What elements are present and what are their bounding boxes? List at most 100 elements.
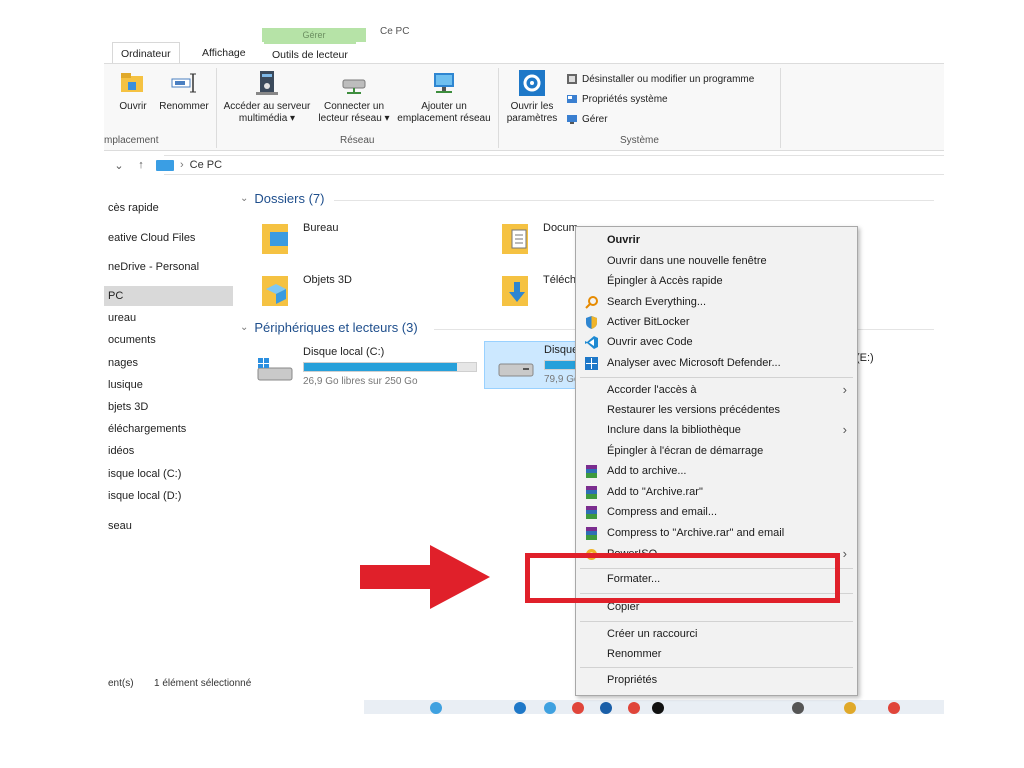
menu-item-label: Add to archive... (607, 465, 687, 477)
menu-item-search-everything[interactable]: Search Everything... (576, 292, 857, 312)
nav-item-acces-rapide[interactable]: cès rapide (104, 198, 233, 218)
annotation-arrow-icon (360, 545, 490, 609)
media-server-icon (252, 68, 282, 98)
navigation-pane: cès rapide eative Cloud Files neDrive - … (104, 195, 234, 615)
menu-item-analyser-defender[interactable]: Analyser avec Microsoft Defender... (576, 353, 857, 373)
defender-icon (585, 357, 598, 370)
nav-item-disque-c[interactable]: isque local (C:) (104, 464, 233, 484)
menu-item-epingler-demarrage[interactable]: Épingler à l'écran de démarrage (576, 441, 857, 461)
ouvrir-button[interactable]: Ouvrir (116, 68, 150, 113)
desinstaller-programme-button[interactable]: Désinstaller ou modifier un programme (566, 70, 754, 88)
gerer-button[interactable]: Gérer (566, 110, 608, 128)
taskbar-app-icon[interactable] (430, 702, 442, 714)
ajouter-emplacement-reseau-button[interactable]: Ajouter un emplacement réseau (394, 68, 494, 125)
menu-item-inclure-bibliotheque[interactable]: Inclure dans la bibliothèque › (576, 420, 857, 440)
renommer-button[interactable]: Renommer (156, 68, 212, 113)
group-label-reseau: Réseau (340, 135, 375, 146)
taskbar-app-icon[interactable] (888, 702, 900, 714)
nav-item-telechargements[interactable]: éléchargements (104, 419, 233, 439)
menu-item-label: Épingler à Accès rapide (607, 275, 723, 287)
drive-c[interactable]: Disque local (C:) 26,9 Go libres sur 250… (244, 344, 484, 388)
nav-item-creative-cloud[interactable]: eative Cloud Files (104, 228, 233, 248)
winrar-icon (585, 506, 598, 519)
folder-objets-3d[interactable]: Objets 3D (244, 268, 434, 312)
context-menu: Ouvrir Ouvrir dans une nouvelle fenêtre … (575, 226, 858, 696)
folder-label: Objets 3D (303, 274, 352, 286)
taskbar-app-icon[interactable] (844, 702, 856, 714)
menu-item-ouvrir[interactable]: Ouvrir (576, 230, 857, 250)
programs-icon (566, 73, 578, 85)
tab-ordinateur[interactable]: Ordinateur (112, 42, 180, 64)
menu-item-label: Épingler à l'écran de démarrage (607, 445, 764, 457)
search-everything-icon (585, 296, 598, 309)
nav-item-videos[interactable]: idéos (104, 441, 233, 461)
winrar-icon (585, 527, 598, 540)
annotation-highlight-box (525, 553, 840, 603)
acceder-serveur-multimedia-button[interactable]: Accéder au serveur multimédia ▾ (220, 68, 314, 125)
taskbar-app-icon[interactable] (514, 702, 526, 714)
nav-item-objets-3d[interactable]: bjets 3D (104, 397, 233, 417)
taskbar-app-icon[interactable] (628, 702, 640, 714)
submenu-chevron-right-icon: › (842, 382, 847, 397)
section-peripheriques[interactable]: ⌄ Périphériques et lecteurs (3) (240, 320, 418, 335)
desinstaller-label: Désinstaller ou modifier un programme (582, 73, 755, 85)
menu-item-accorder-acces[interactable]: Accorder l'accès à › (576, 380, 857, 400)
menu-item-creer-raccourci[interactable]: Créer un raccourci (576, 624, 857, 644)
menu-item-label: Compress to "Archive.rar" and email (607, 527, 785, 539)
drive-usage-bar (303, 362, 477, 372)
taskbar-app-icon[interactable] (792, 702, 804, 714)
menu-item-ouvrir-avec-code[interactable]: Ouvrir avec Code (576, 332, 857, 352)
section-dossiers-title: Dossiers (7) (254, 191, 325, 206)
connecter-line2: lecteur réseau ▾ (318, 113, 390, 124)
menu-item-epingler-acces-rapide[interactable]: Épingler à Accès rapide (576, 271, 857, 291)
menu-item-restaurer-versions[interactable]: Restaurer les versions précédentes (576, 400, 857, 420)
folder-bureau[interactable]: Bureau (244, 216, 434, 260)
downloads-folder-icon (500, 270, 532, 308)
network-location-icon (429, 68, 459, 98)
recent-chevron-down-icon[interactable]: ⌄ (112, 159, 126, 172)
menu-item-proprietes[interactable]: Propriétés (576, 670, 857, 690)
menu-item-ouvrir-nouvelle-fenetre[interactable]: Ouvrir dans une nouvelle fenêtre (576, 251, 857, 271)
menu-item-compress-and-email[interactable]: Compress and email... (576, 502, 857, 522)
nav-item-images[interactable]: nages (104, 353, 233, 373)
tab-outils-de-lecteur[interactable]: Outils de lecteur (264, 42, 356, 64)
nav-item-documents[interactable]: ocuments (104, 330, 233, 350)
taskbar-app-icon[interactable] (652, 702, 664, 714)
up-arrow-icon[interactable]: ↑ (134, 159, 148, 171)
context-tab-header: Gérer (262, 28, 366, 42)
ajouter-line1: Ajouter un (421, 101, 467, 112)
menu-item-label: Compress and email... (607, 506, 718, 518)
menu-item-label: Renommer (607, 648, 662, 660)
taskbar-app-icon[interactable] (572, 702, 584, 714)
nav-item-ce-pc[interactable]: PC (104, 286, 233, 306)
nav-item-onedrive[interactable]: neDrive - Personal (104, 257, 233, 277)
address-box[interactable] (164, 155, 944, 175)
section-dossiers[interactable]: ⌄ Dossiers (7) (240, 191, 324, 206)
group-label-emplacement: mplacement (104, 135, 159, 146)
nav-item-reseau[interactable]: seau (104, 516, 233, 536)
menu-item-add-to-archive[interactable]: Add to archive... (576, 461, 857, 481)
ajouter-line2: emplacement réseau (397, 113, 491, 124)
windows-drive-icon (256, 358, 296, 382)
nav-item-disque-d[interactable]: isque local (D:) (104, 486, 233, 506)
menu-item-label: Accorder l'accès à (607, 384, 697, 396)
menu-item-add-to-archive-rar[interactable]: Add to "Archive.rar" (576, 482, 857, 502)
taskbar-app-icon[interactable] (600, 702, 612, 714)
connecter-line1: Connecter un (323, 101, 385, 112)
section-peripheriques-title: Périphériques et lecteurs (3) (254, 320, 418, 335)
ouvrir-parametres-button[interactable]: Ouvrir les paramètres (502, 68, 562, 125)
nav-item-bureau[interactable]: ureau (104, 308, 233, 328)
taskbar-app-icon[interactable] (544, 702, 556, 714)
tab-affichage[interactable]: Affichage (194, 42, 254, 64)
nav-item-musique[interactable]: lusique (104, 375, 233, 395)
drive-e-partial-label[interactable]: (E:) (856, 352, 874, 364)
menu-item-compress-rar-email[interactable]: Compress to "Archive.rar" and email (576, 523, 857, 543)
system-properties-icon (566, 93, 578, 105)
drive-label: Disque (544, 344, 579, 356)
menu-item-renommer[interactable]: Renommer (576, 644, 857, 664)
proprietes-systeme-button[interactable]: Propriétés système (566, 90, 668, 108)
ribbon-separator (498, 68, 499, 148)
menu-item-label: Ouvrir avec Code (607, 336, 693, 348)
menu-item-activer-bitlocker[interactable]: Activer BitLocker (576, 312, 857, 332)
connecter-lecteur-reseau-button[interactable]: Connecter un lecteur réseau ▾ (314, 68, 394, 125)
